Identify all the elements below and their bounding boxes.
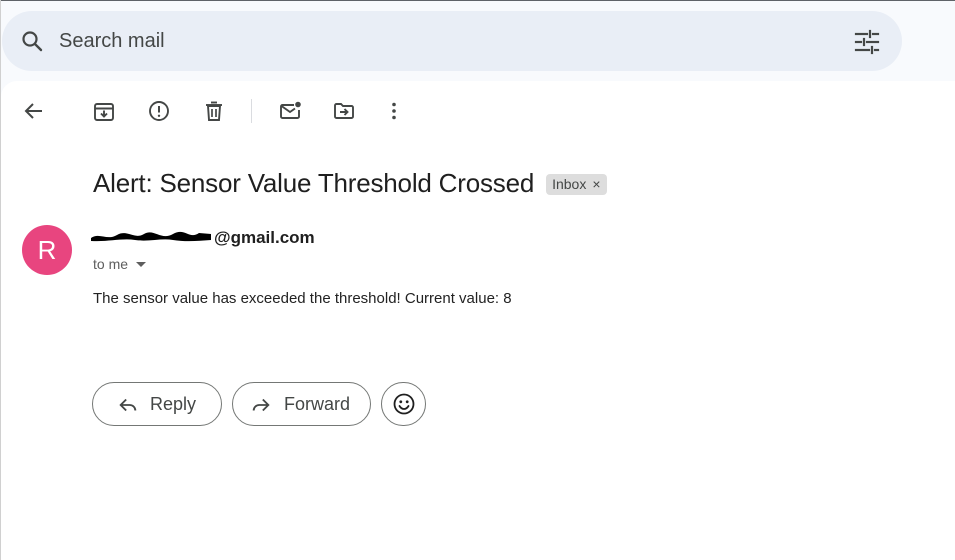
- search-icon[interactable]: [20, 29, 44, 53]
- report-spam-icon[interactable]: [147, 99, 171, 123]
- toolbar-divider: [251, 99, 252, 123]
- reply-button[interactable]: Reply: [92, 382, 222, 426]
- remove-label-button[interactable]: ×: [592, 176, 600, 192]
- forward-label: Forward: [284, 393, 351, 414]
- message-panel: Alert: Sensor Value Threshold Crossed In…: [1, 81, 955, 560]
- email-body: The sensor value has exceeded the thresh…: [93, 290, 512, 307]
- more-vert-icon[interactable]: [382, 99, 406, 123]
- redaction-scribble: [91, 231, 211, 242]
- move-to-folder-icon[interactable]: [332, 99, 356, 123]
- trash-icon[interactable]: [202, 99, 226, 123]
- mark-unread-icon[interactable]: [278, 99, 302, 123]
- recipient-details-toggle[interactable]: to me: [93, 256, 147, 272]
- search-input[interactable]: [59, 11, 819, 71]
- forward-icon: [252, 398, 270, 412]
- window-top-border: [0, 0, 955, 1]
- emoji-reaction-button[interactable]: [381, 382, 426, 426]
- avatar-letter: R: [37, 234, 57, 265]
- subject-row: Alert: Sensor Value Threshold Crossed In…: [93, 168, 607, 199]
- email-subject: Alert: Sensor Value Threshold Crossed: [93, 168, 535, 198]
- caret-down-icon: [136, 261, 147, 267]
- inbox-label-text: Inbox: [552, 176, 587, 192]
- smiley-icon: [393, 393, 415, 415]
- sender-avatar[interactable]: R: [22, 225, 72, 275]
- tune-icon[interactable]: [854, 29, 882, 67]
- recipient-label: to me: [93, 256, 129, 272]
- sender-email-domain: @gmail.com: [214, 228, 315, 247]
- inbox-label-chip[interactable]: Inbox ×: [546, 174, 607, 195]
- reply-icon: [119, 398, 137, 412]
- forward-button[interactable]: Forward: [232, 382, 371, 426]
- archive-icon[interactable]: [92, 99, 116, 123]
- back-arrow-icon[interactable]: [22, 99, 46, 123]
- search-bar[interactable]: [2, 11, 902, 71]
- reply-label: Reply: [150, 393, 197, 414]
